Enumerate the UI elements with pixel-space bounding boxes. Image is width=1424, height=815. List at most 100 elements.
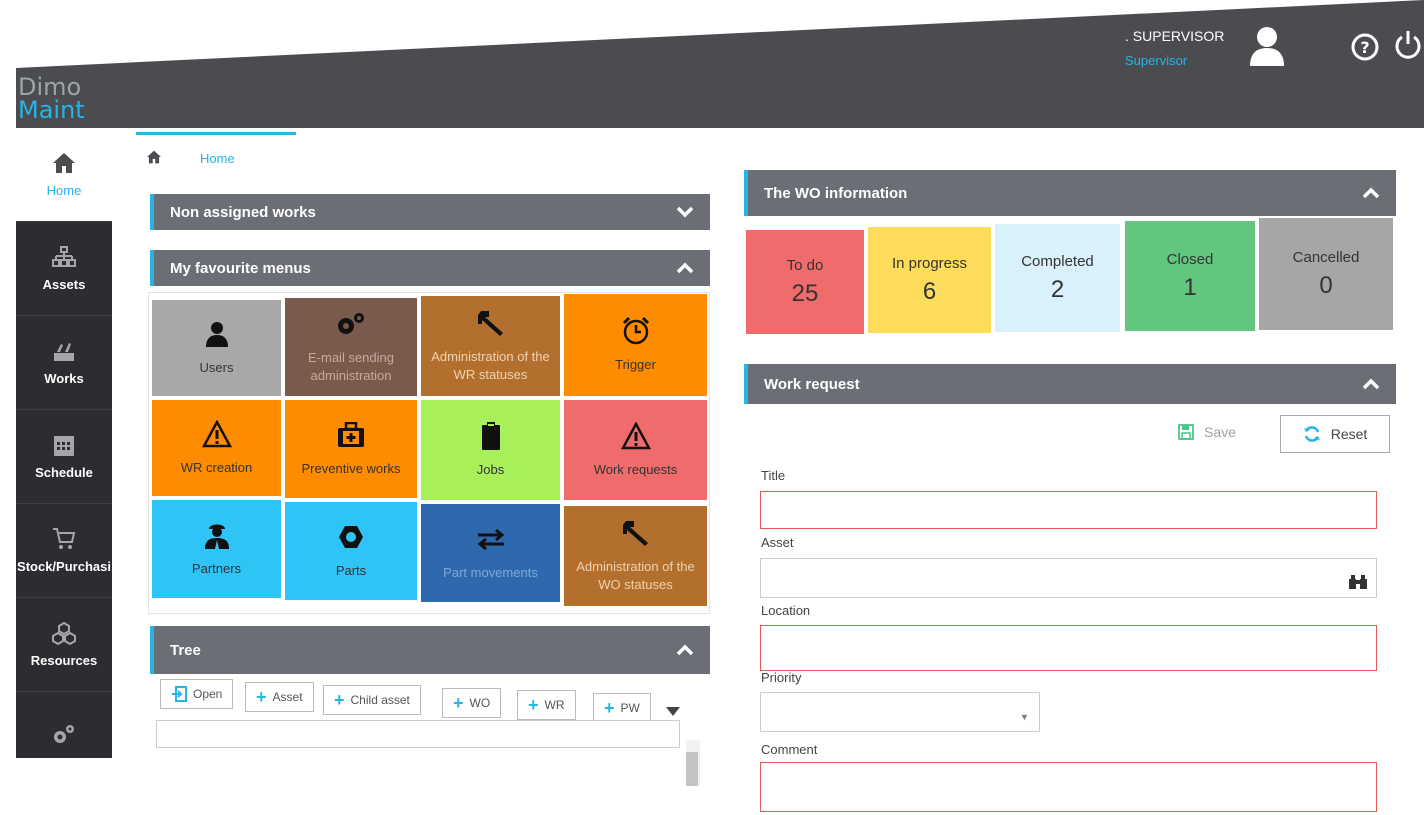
tile-jobs[interactable]: Jobs: [421, 400, 560, 500]
wrench-icon: [622, 518, 650, 548]
save-button[interactable]: Save: [1178, 424, 1236, 440]
location-label: Location: [761, 603, 811, 618]
tree-add-child-asset-button[interactable]: + Child asset: [323, 685, 421, 715]
wo-status-completed[interactable]: Completed 2: [995, 224, 1120, 332]
tile-preventive-works[interactable]: Preventive works: [285, 400, 417, 498]
chevron-up-icon[interactable]: [1362, 375, 1380, 393]
chevron-up-icon[interactable]: [676, 259, 694, 277]
wo-status-to-do[interactable]: To do 25: [746, 230, 864, 334]
tree-add-wo-button[interactable]: + WO: [442, 688, 502, 718]
plus-icon: +: [528, 695, 539, 715]
wo-status-closed[interactable]: Closed 1: [1125, 221, 1255, 331]
tile-partners[interactable]: Partners: [152, 500, 281, 598]
tree-add-wr-button[interactable]: + WR: [517, 690, 576, 720]
warning-icon: [201, 419, 232, 449]
chevron-down-icon[interactable]: ▼: [1020, 712, 1029, 722]
chevron-up-icon[interactable]: [676, 641, 694, 659]
wo-status-count: 1: [1183, 273, 1197, 301]
comment-textarea[interactable]: [760, 762, 1377, 812]
open-icon: [172, 686, 187, 702]
tree-open-button[interactable]: Open: [160, 679, 234, 709]
priority-label: Priority: [761, 670, 802, 685]
priority-select[interactable]: [760, 692, 1040, 732]
sidebar-item-label: Assets: [42, 277, 86, 292]
tree-header[interactable]: Tree: [150, 626, 710, 674]
tile-label: Preventive works: [301, 461, 401, 477]
tile-administration-wo-statuses[interactable]: Administration of the WO statuses: [564, 506, 707, 606]
sidebar-item-stock-purchasing[interactable]: Stock/Purchasi: [16, 504, 112, 598]
tile-users[interactable]: Users: [152, 300, 281, 396]
binoculars-icon[interactable]: [1348, 574, 1368, 595]
tree-add-pw-button[interactable]: + PW: [593, 693, 651, 723]
tile-trigger[interactable]: Trigger: [564, 294, 707, 396]
gears-icon: [336, 309, 366, 339]
exchange-icon: [476, 524, 506, 554]
tree-add-asset-button[interactable]: + Asset: [245, 682, 314, 712]
non-assigned-works-header[interactable]: Non assigned works: [150, 194, 710, 230]
wo-information-header[interactable]: The WO information: [744, 170, 1396, 216]
sidebar-item-label: Works: [44, 371, 84, 386]
tile-part-movements[interactable]: Part movements: [421, 504, 560, 602]
plus-icon: +: [453, 693, 464, 713]
panel-title: Non assigned works: [170, 203, 316, 221]
caret-down-icon[interactable]: [666, 703, 680, 721]
sidebar-item-home[interactable]: Home: [16, 128, 112, 222]
location-input[interactable]: [760, 625, 1377, 671]
button-label: Open: [193, 687, 223, 701]
tile-label: Parts: [335, 563, 367, 579]
button-label: Asset: [272, 690, 303, 704]
tile-parts[interactable]: Parts: [285, 502, 417, 600]
home-icon[interactable]: [146, 150, 162, 167]
tile-wr-creation[interactable]: WR creation: [152, 400, 281, 496]
cart-icon: [52, 527, 76, 551]
chevron-up-icon[interactable]: [1362, 184, 1380, 202]
sidebar-item-resources[interactable]: Resources: [16, 598, 112, 692]
app-logo[interactable]: Dimo Maint: [18, 75, 85, 122]
comment-label: Comment: [761, 742, 818, 757]
wo-status-count: 6: [922, 277, 937, 305]
tile-label: E-mail sending administration: [308, 350, 394, 383]
plus-icon: +: [604, 698, 615, 718]
power-icon[interactable]: [1394, 28, 1422, 60]
button-label: Child asset: [350, 693, 410, 707]
tree-scrollbar-thumb[interactable]: [686, 752, 698, 786]
warning-icon: [620, 421, 651, 451]
sidebar-item-assets[interactable]: Assets: [16, 222, 112, 316]
chevron-down-icon[interactable]: [676, 203, 694, 221]
tile-label: WR creation: [180, 460, 253, 476]
panel-title: My favourite menus: [170, 259, 311, 277]
tree-search-input[interactable]: [156, 720, 680, 748]
wo-status-in-progress[interactable]: In progress 6: [868, 227, 991, 333]
asset-label: Asset: [761, 535, 794, 550]
wo-status-count: 0: [1319, 271, 1333, 299]
home-icon: [52, 151, 76, 175]
tile-label: Part movements: [443, 565, 538, 581]
tile-administration-wr-statuses[interactable]: Administration of the WR statuses: [421, 296, 560, 396]
user-avatar-icon[interactable]: [1248, 26, 1286, 66]
sidebar-item-works[interactable]: Works: [16, 316, 112, 410]
favourite-menus-header[interactable]: My favourite menus: [150, 250, 710, 286]
tile-work-requests[interactable]: Work requests: [564, 400, 707, 500]
sidebar-item-label: Resources: [30, 653, 98, 668]
works-icon: [52, 339, 76, 363]
wo-status-cancelled[interactable]: Cancelled 0: [1259, 218, 1393, 330]
calendar-icon: [53, 433, 75, 457]
panel-title: Tree: [170, 641, 201, 659]
sidebar-item-settings[interactable]: [16, 692, 112, 758]
tile-label: Users: [199, 360, 234, 376]
sidebar-item-schedule[interactable]: Schedule: [16, 410, 112, 504]
title-input[interactable]: [760, 491, 1377, 529]
work-request-header[interactable]: Work request: [744, 364, 1396, 404]
tile-label: Jobs: [476, 462, 505, 478]
svg-text:?: ?: [1360, 38, 1369, 57]
help-icon[interactable]: ?: [1350, 32, 1380, 62]
user-role[interactable]: Supervisor: [1125, 53, 1224, 68]
breadcrumb-home[interactable]: Home: [200, 151, 235, 166]
asset-input[interactable]: [760, 558, 1377, 598]
reset-button[interactable]: Reset: [1280, 415, 1390, 453]
tile-label: Administration of the WR statuses: [431, 349, 550, 382]
wo-status-label: Cancelled: [1292, 248, 1360, 266]
clipboard-icon: [481, 421, 501, 451]
tile-email-sending-administration[interactable]: E-mail sending administration: [285, 298, 417, 396]
partner-icon: [204, 520, 230, 550]
